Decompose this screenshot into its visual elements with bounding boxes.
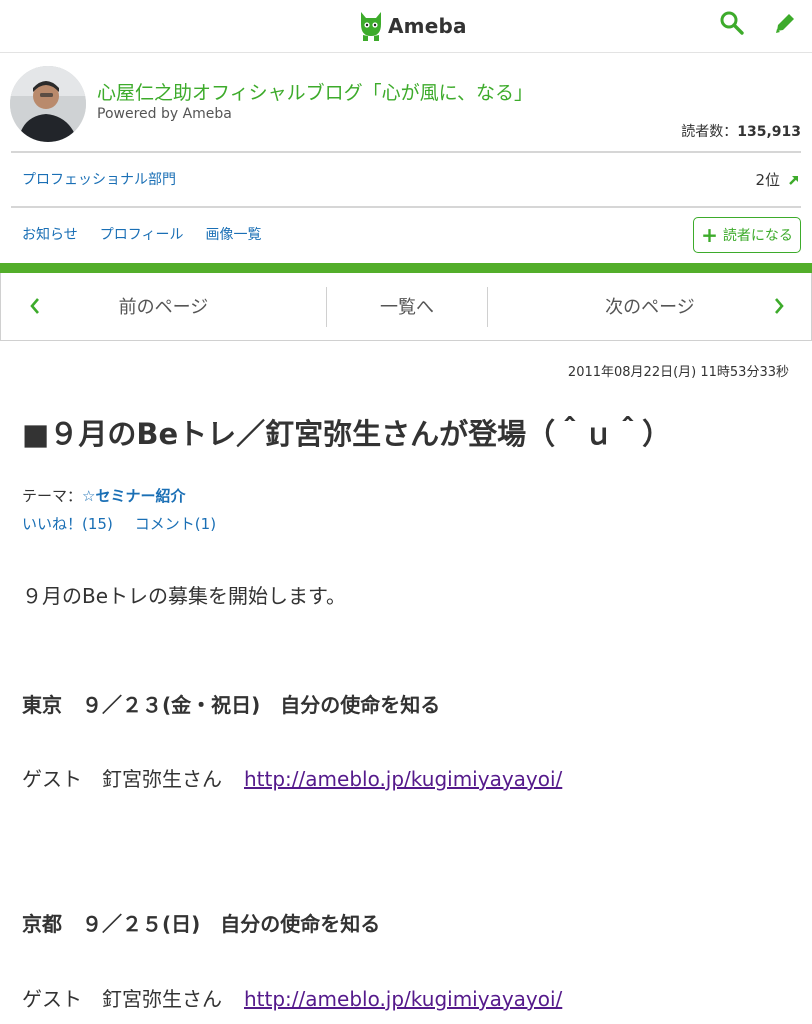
avatar-photo-icon	[10, 66, 86, 142]
readers-count: 読者数：135,913	[681, 121, 801, 141]
pen-icon[interactable]	[772, 10, 798, 36]
guest-link-1[interactable]: http://ameblo.jp/kugimiyayayoi/	[244, 767, 562, 791]
follow-button[interactable]: + 読者になる	[693, 217, 801, 253]
post-date: 2011年08月22日(月) 11時53分33秒	[567, 365, 789, 380]
arrow-up-right-icon	[789, 175, 798, 185]
event-kyoto: 京都 ９／２５(日) 自分の使命を知る	[22, 912, 381, 936]
comment-link[interactable]: コメント(1)	[135, 513, 216, 534]
next-page-label: 次のページ	[605, 297, 695, 318]
like-link[interactable]: いいね！(15)	[22, 513, 113, 534]
guest-line-1: ゲスト 釘宮弥生さん http://ameblo.jp/kugimiyayayoi…	[22, 763, 562, 792]
list-page-button[interactable]: 一覧へ	[327, 273, 487, 339]
avatar[interactable]	[10, 66, 86, 142]
guest-label-2: ゲスト 釘宮弥生さん	[22, 987, 222, 1011]
ameba-mascot-icon	[361, 12, 381, 41]
logo-text: Ameba	[388, 14, 467, 38]
prev-page-label: 前のページ	[118, 297, 209, 318]
event-tokyo: 東京 ９／２３(金・祝日) 自分の使命を知る	[22, 693, 441, 717]
blog-nav: お知らせ プロフィール 画像一覧	[22, 224, 261, 244]
guest-link-2[interactable]: http://ameblo.jp/kugimiyayayoi/	[244, 987, 562, 1011]
readers-label: 読者数：	[681, 124, 738, 140]
next-page-button[interactable]: 次のページ	[488, 273, 812, 339]
guest-line-2: ゲスト 釘宮弥生さん http://ameblo.jp/kugimiyayayoi…	[22, 983, 562, 1012]
accent-bar	[0, 263, 812, 273]
post-theme: テーマ：☆セミナー紹介	[22, 485, 185, 506]
ranking-position[interactable]: 2位	[755, 169, 800, 190]
post-intro: ９月のBeトレの募集を開始します。	[22, 584, 347, 608]
follow-button-label: 読者になる	[722, 228, 793, 244]
search-icon[interactable]	[719, 10, 745, 36]
chevron-left-icon	[30, 298, 39, 314]
blog-title[interactable]: 心屋仁之助オフィシャルブログ「心が風に、なる」	[97, 78, 533, 105]
post-meta: いいね！(15) コメント(1)	[22, 513, 216, 534]
nav-link-images[interactable]: 画像一覧	[205, 224, 261, 244]
plus-icon: +	[701, 223, 718, 247]
powered-by-text: Powered by Ameba	[97, 106, 232, 122]
divider	[11, 206, 801, 208]
post-title: ■９月のBeトレ／釘宮弥生さんが登場（＾ｕ＾）	[22, 417, 672, 451]
list-page-label: 一覧へ	[380, 297, 434, 318]
guest-label-1: ゲスト 釘宮弥生さん	[22, 767, 222, 791]
theme-link[interactable]: ☆セミナー紹介	[82, 487, 185, 505]
chevron-right-icon	[775, 298, 784, 314]
readers-number: 135,913	[737, 124, 801, 140]
theme-label: テーマ：	[22, 487, 83, 505]
ranking-position-text: 2位	[755, 171, 780, 189]
nav-link-profile[interactable]: プロフィール	[100, 224, 184, 244]
nav-link-news[interactable]: お知らせ	[22, 224, 78, 244]
divider	[11, 151, 801, 153]
prev-page-button[interactable]: 前のページ	[1, 273, 326, 339]
pager: 前のページ 一覧へ 次のページ	[0, 273, 812, 341]
top-bar: Ameba	[0, 0, 812, 53]
ranking-category-link[interactable]: プロフェッショナル部門	[22, 169, 176, 189]
ameba-logo[interactable]: Ameba	[358, 9, 467, 43]
